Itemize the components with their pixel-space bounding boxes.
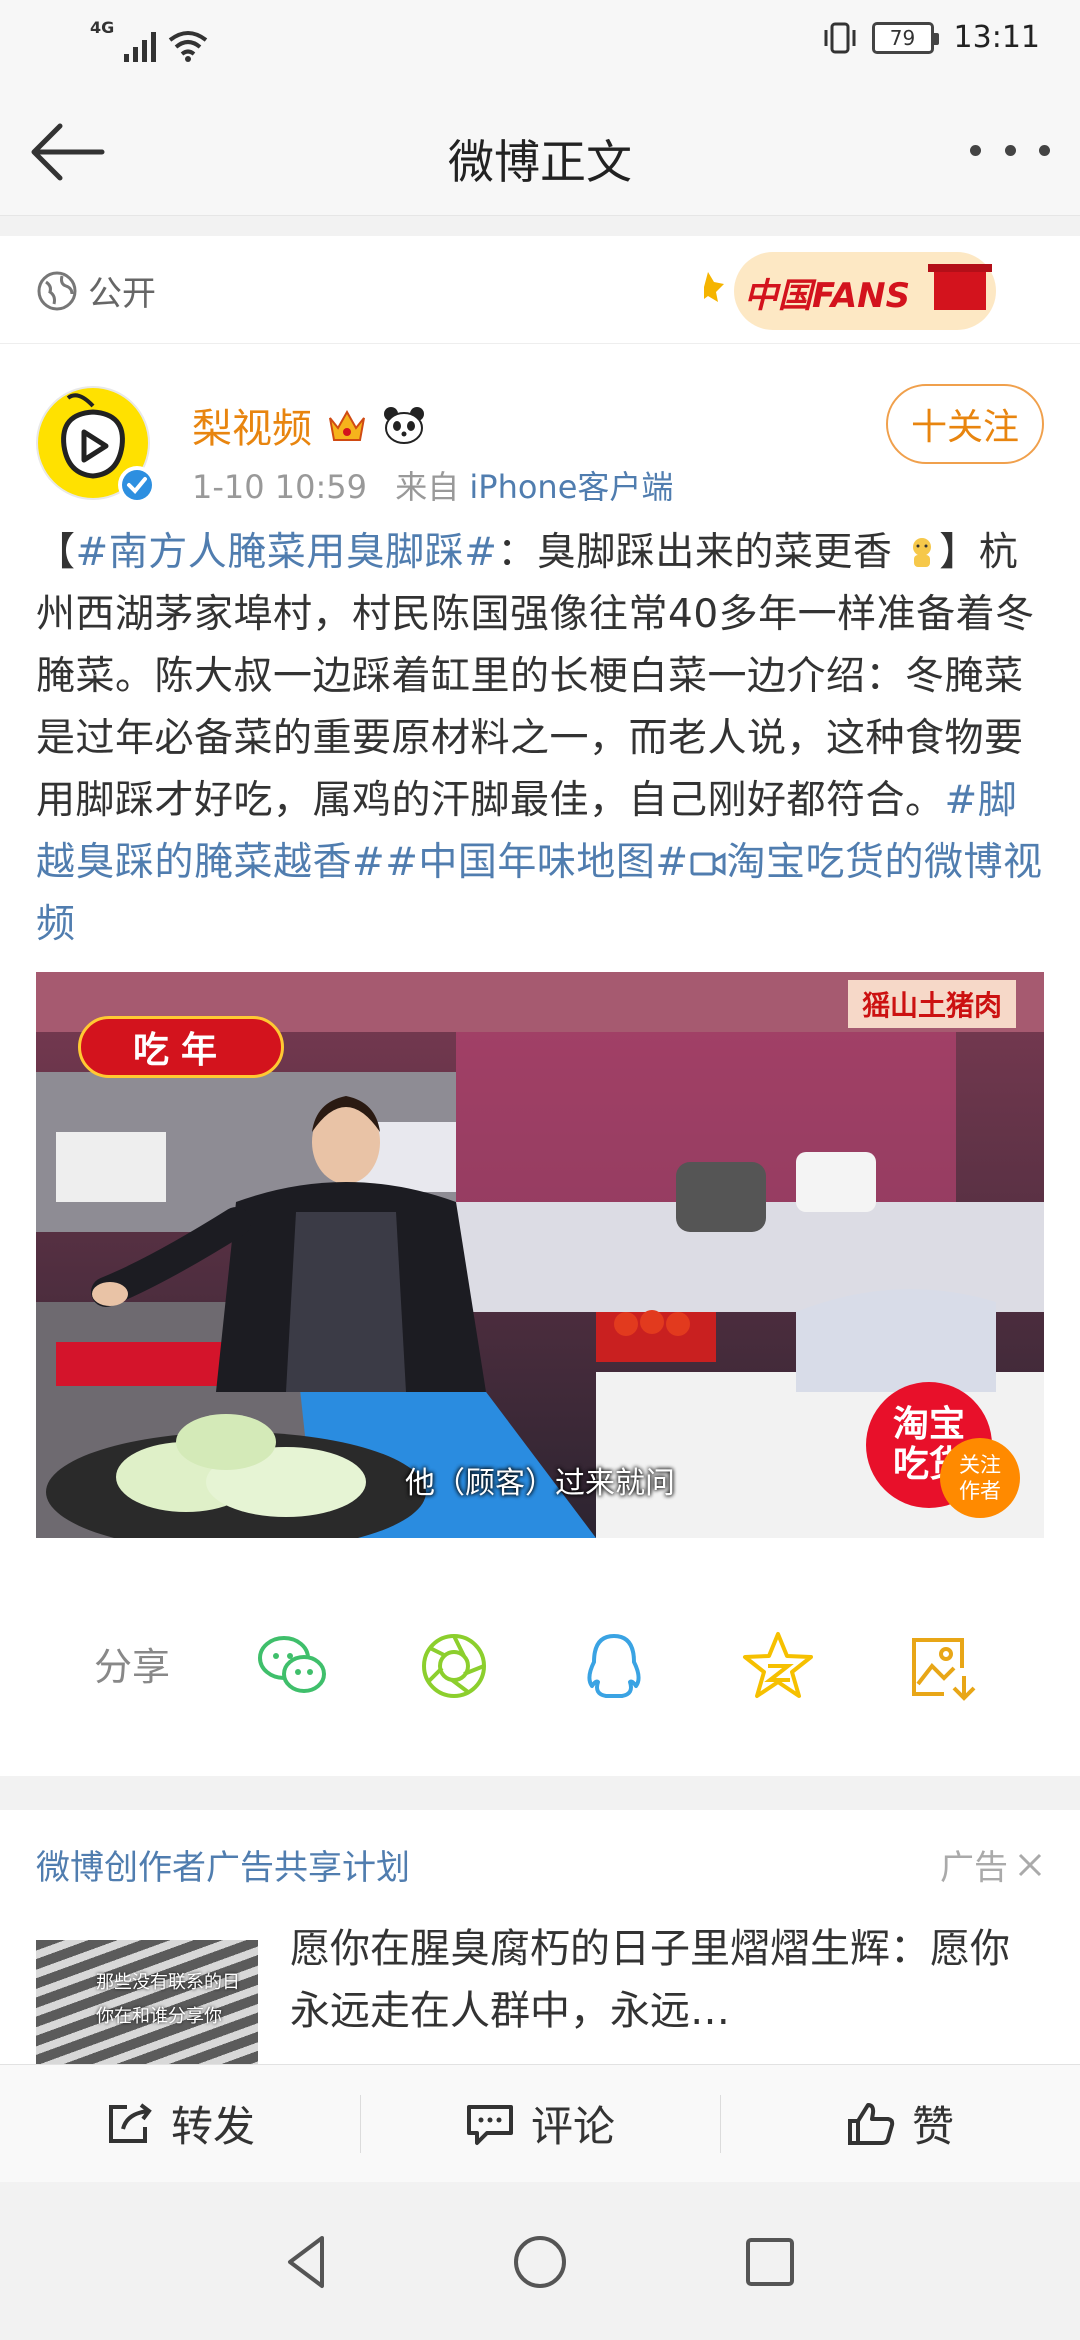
follow-author-text: 关注作者 bbox=[959, 1453, 1001, 1503]
repost-button[interactable]: 转发 bbox=[0, 2065, 360, 2182]
title-bar: 微博正文 bbox=[0, 86, 1080, 216]
more-options-button[interactable] bbox=[970, 130, 1050, 170]
more-dot-icon bbox=[1039, 144, 1050, 156]
more-dot-icon bbox=[970, 144, 981, 156]
moments-icon[interactable] bbox=[416, 1628, 492, 1704]
qzone-icon[interactable] bbox=[740, 1628, 816, 1704]
visibility-card: 公开 中国FANS bbox=[0, 236, 1080, 344]
comment-icon bbox=[466, 2104, 513, 2145]
ad-thumb-line-1: 那些没有联系的日 bbox=[96, 1972, 240, 1993]
more-dot-icon bbox=[1004, 144, 1016, 156]
ad-text[interactable]: 愿你在腥臭腐朽的日子里熠熠生辉：愿你永远走在人群中，永远… bbox=[290, 1918, 1020, 2042]
square-recents-icon bbox=[746, 2238, 794, 2286]
post-date: 1-10 10:59 bbox=[192, 468, 368, 506]
visibility-label: 公开 bbox=[88, 274, 156, 314]
share-label: 分享 bbox=[94, 1645, 171, 1689]
follow-button[interactable]: 十关注 bbox=[886, 384, 1044, 464]
signal-group: 4G bbox=[90, 20, 208, 62]
verified-badge-icon bbox=[118, 466, 156, 504]
close-icon[interactable] bbox=[1016, 1851, 1044, 1879]
action-bar: 转发 评论 赞 bbox=[0, 2064, 1080, 2182]
post-source[interactable]: iPhone客户端 bbox=[469, 468, 673, 506]
save-image-icon[interactable] bbox=[904, 1628, 980, 1704]
video-player[interactable]: 吃年 猺山土猪肉 他（顾客）过来就问 淘宝吃货 关注作者 bbox=[36, 972, 1044, 1538]
nav-back-button[interactable] bbox=[276, 2230, 340, 2294]
triangle-back-icon bbox=[288, 2236, 324, 2288]
author-row: 梨视频 bbox=[192, 396, 426, 454]
visibility-indicator: 公开 bbox=[36, 266, 156, 315]
follow-author-badge[interactable]: 关注作者 bbox=[940, 1438, 1020, 1518]
clock: 13:11 bbox=[953, 20, 1040, 55]
post-lead: ：臭脚踩出来的菜更香 bbox=[497, 530, 893, 575]
ad-thumb-caption: 那些没有联系的日 你在和谁分享你 bbox=[96, 1966, 240, 2034]
ad-thumb-line-2: 你在和谁分享你 bbox=[96, 2006, 222, 2027]
ad-label: 广告 bbox=[940, 1848, 1008, 1888]
nav-home-button[interactable] bbox=[508, 2230, 572, 2294]
wechat-icon[interactable] bbox=[254, 1628, 330, 1704]
network-type: 4G bbox=[90, 18, 115, 37]
source-prefix: 来自 bbox=[395, 468, 460, 506]
circle-home-icon bbox=[514, 2236, 566, 2288]
post-text: 【#南方人腌菜用臭脚踩#：臭脚踩出来的菜更香 】杭州西湖茅家埠村，村民陈国强像往… bbox=[36, 522, 1044, 956]
ad-tag[interactable]: 广告 bbox=[940, 1840, 1044, 1889]
wifi-icon bbox=[169, 31, 208, 62]
status-right: 79 13:11 bbox=[822, 20, 1040, 55]
comment-label: 评论 bbox=[530, 2102, 615, 2151]
china-fans-text: 中国FANS bbox=[744, 276, 911, 316]
thumbs-up-icon bbox=[847, 2102, 895, 2145]
repost-icon bbox=[108, 2102, 152, 2143]
battery-indicator: 79 bbox=[871, 21, 939, 54]
signal-icon bbox=[124, 32, 157, 62]
stall-sign: 猺山土猪肉 bbox=[847, 980, 1016, 1028]
like-button[interactable]: 赞 bbox=[720, 2065, 1080, 2182]
repost-label: 转发 bbox=[170, 2102, 255, 2151]
topic-link[interactable]: #南方人腌菜用臭脚踩# bbox=[76, 530, 498, 575]
page-title: 微博正文 bbox=[448, 135, 632, 189]
post-meta: 1-10 10:59 来自 iPhone客户端 bbox=[192, 462, 673, 508]
share-row: 分享 bbox=[0, 1606, 1080, 1726]
post-card: 梨视频 1-10 10:59 来自 iPhone客户端 十关注 【#南方人腌菜用… bbox=[0, 344, 1080, 1776]
emoji-icon bbox=[913, 538, 932, 567]
bracket-open: 【 bbox=[36, 530, 76, 575]
status-bar: 4G 79 13:11 bbox=[0, 0, 1080, 86]
video-link-icon bbox=[690, 852, 726, 876]
comment-button[interactable]: 评论 bbox=[360, 2065, 720, 2182]
panda-icon bbox=[384, 407, 424, 444]
ad-card[interactable]: 微博创作者广告共享计划 广告 那些没有联系的日 你在和谁分享你 愿你在腥臭腐朽的… bbox=[0, 1810, 1080, 2064]
globe-icon bbox=[37, 271, 77, 310]
system-nav-bar bbox=[0, 2182, 1080, 2340]
ad-program-title[interactable]: 微博创作者广告共享计划 bbox=[36, 1840, 410, 1889]
chinian-overlay-tag: 吃年 bbox=[78, 1016, 284, 1078]
china-fans-badge[interactable]: 中国FANS bbox=[700, 242, 1004, 338]
crown-icon bbox=[329, 409, 365, 441]
battery-level: 79 bbox=[889, 25, 916, 50]
like-label: 赞 bbox=[911, 2102, 954, 2151]
topic-link[interactable]: #中国年味地图# bbox=[385, 840, 688, 885]
qq-icon[interactable] bbox=[576, 1628, 652, 1704]
vibrate-icon bbox=[824, 22, 856, 53]
nav-recents-button[interactable] bbox=[738, 2230, 802, 2294]
author-name[interactable]: 梨视频 bbox=[192, 396, 312, 454]
ad-thumbnail[interactable]: 那些没有联系的日 你在和谁分享你 bbox=[36, 1940, 258, 2064]
